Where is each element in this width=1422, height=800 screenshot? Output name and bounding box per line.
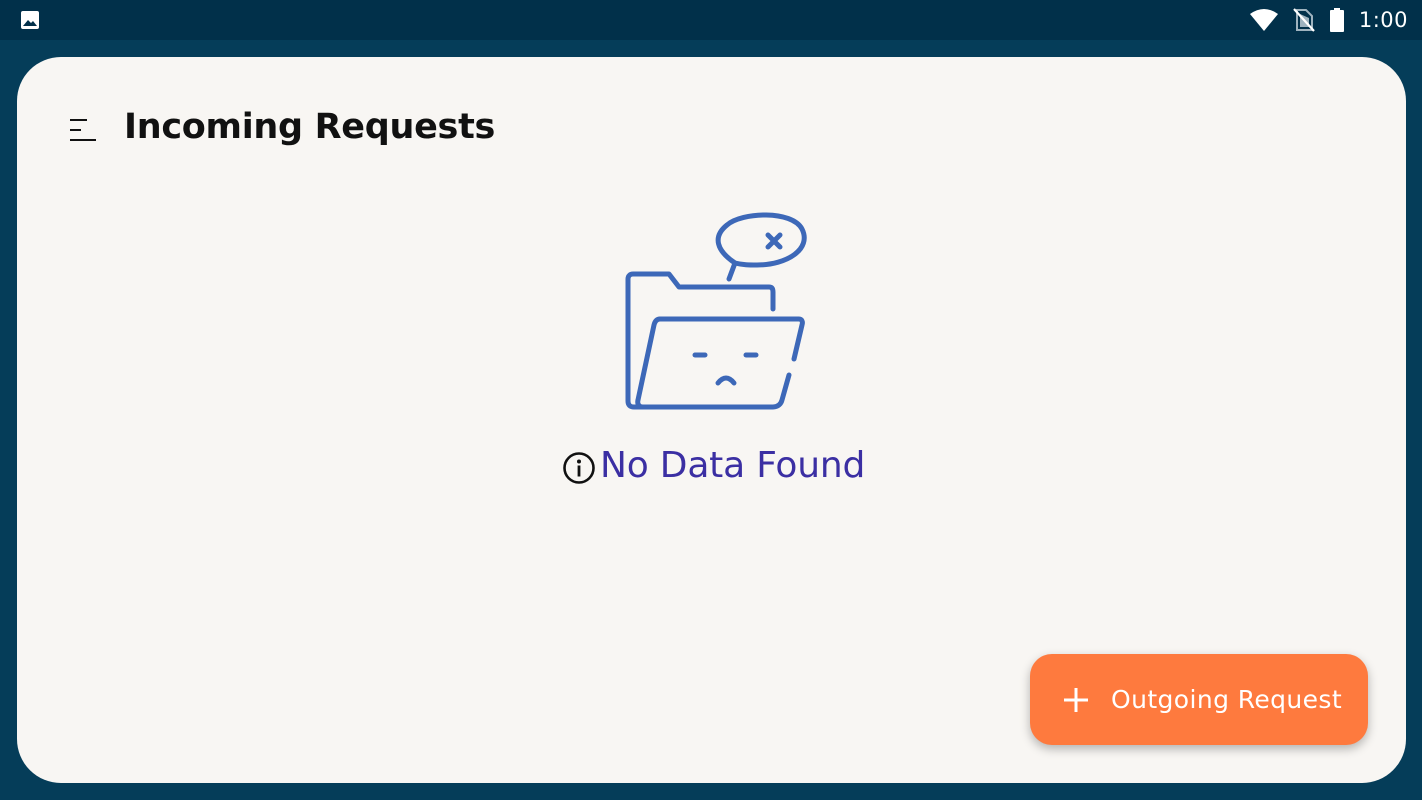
status-bar: 1:00 <box>0 0 1422 40</box>
outgoing-request-button[interactable]: Outgoing Request <box>1030 654 1368 745</box>
outgoing-request-label: Outgoing Request <box>1111 685 1343 714</box>
page-title: Incoming Requests <box>124 107 496 147</box>
status-time: 1:00 <box>1358 8 1408 32</box>
empty-state: No Data Found <box>562 440 865 490</box>
info-icon <box>563 452 595 484</box>
no-sim-icon <box>1293 8 1315 32</box>
battery-icon <box>1329 8 1344 32</box>
wifi-icon <box>1249 9 1278 31</box>
menu-icon[interactable] <box>69 117 97 145</box>
empty-folder-icon <box>625 212 807 410</box>
main-card: Incoming Requests No Data Found Outgoing… <box>17 57 1406 783</box>
plus-icon <box>1064 687 1088 712</box>
status-icons: 1:00 <box>1249 0 1408 40</box>
empty-state-message: No Data Found <box>600 444 866 486</box>
image-icon <box>21 11 39 29</box>
